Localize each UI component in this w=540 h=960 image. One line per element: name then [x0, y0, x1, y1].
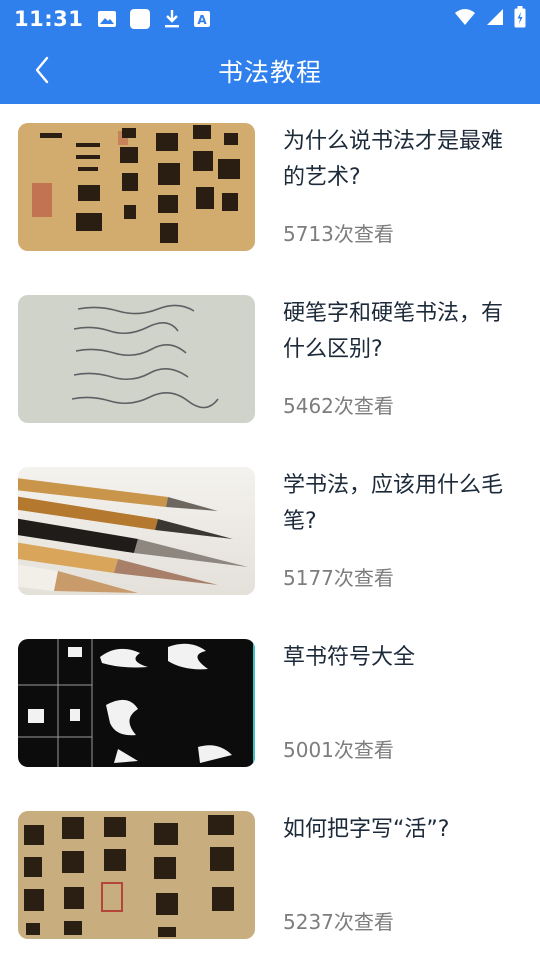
handwriting-paper-image	[18, 295, 255, 423]
download-icon	[163, 9, 181, 29]
view-count: 5001次查看	[283, 738, 394, 762]
article-title: 硬笔字和硬笔书法，有什么区别?	[283, 301, 504, 362]
list-item[interactable]: 草书符号大全 5001次查看	[0, 620, 540, 792]
text-icon: A	[193, 10, 211, 28]
view-count: 5462次查看	[283, 394, 394, 418]
list-item[interactable]: 硬笔字和硬笔书法，有什么区别? 5462次查看	[0, 276, 540, 448]
page-title: 书法教程	[217, 58, 322, 87]
wifi-icon	[454, 8, 476, 30]
list-item[interactable]: 为什么说书法才是最难的艺术? 5713次查看	[0, 104, 540, 276]
view-count: 5237次查看	[283, 910, 394, 934]
view-count: 5713次查看	[283, 222, 394, 246]
chevron-left-icon	[33, 56, 51, 88]
battery-icon	[514, 6, 526, 32]
brushes-image	[18, 467, 255, 595]
status-time: 11:31	[14, 7, 84, 31]
signal-icon	[486, 8, 504, 30]
image-icon	[97, 10, 117, 28]
calligraphy-scroll-image	[18, 123, 255, 251]
list-item[interactable]: 学书法，应该用什么毛笔? 5177次查看	[0, 448, 540, 620]
article-list: 为什么说书法才是最难的艺术? 5713次查看 硬笔字和硬笔书法，有什么区别? 5…	[0, 104, 540, 960]
square-icon	[129, 8, 151, 30]
list-item[interactable]: 如何把字写“活”? 5237次查看	[0, 792, 540, 960]
thousand-character-scroll-image	[18, 811, 255, 939]
back-button[interactable]	[22, 52, 62, 92]
article-title: 草书符号大全	[283, 645, 416, 670]
article-title: 学书法，应该用什么毛笔?	[283, 473, 504, 534]
article-title: 为什么说书法才是最难的艺术?	[283, 129, 504, 190]
cursive-chart-image	[18, 639, 255, 767]
svg-text:A: A	[198, 13, 208, 27]
status-bar: 11:31 A	[0, 0, 540, 38]
view-count: 5177次查看	[283, 566, 394, 590]
app-bar: 书法教程	[0, 38, 540, 104]
article-title: 如何把字写“活”?	[283, 817, 450, 842]
